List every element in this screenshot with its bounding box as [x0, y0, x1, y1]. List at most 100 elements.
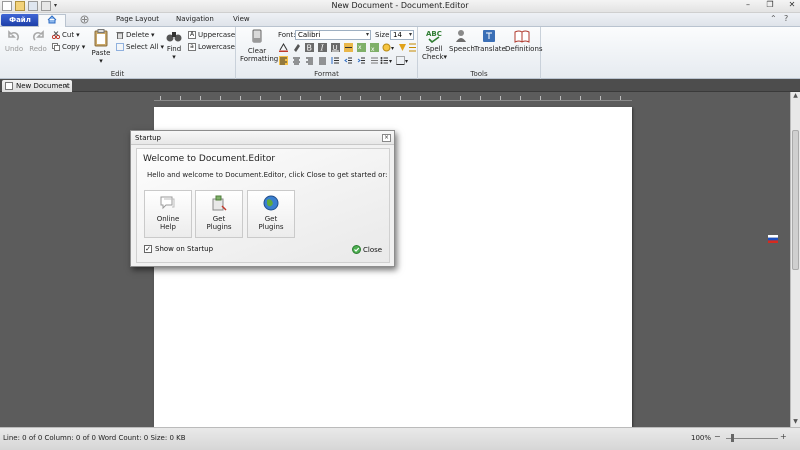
ruler-tick	[180, 96, 181, 100]
document-tab-label: New Document	[16, 82, 70, 90]
align-left-icon[interactable]	[279, 56, 288, 65]
strikethrough-icon[interactable]	[344, 43, 353, 52]
tab-home[interactable]	[38, 14, 66, 27]
bullet-list-icon[interactable]	[380, 56, 389, 65]
close-icon[interactable]: ✕	[786, 0, 798, 9]
window-title: New Document - Document.Editor	[331, 1, 469, 10]
align-center-icon[interactable]	[292, 56, 301, 65]
scroll-up-icon[interactable]: ▲	[791, 92, 800, 101]
paint-icon[interactable]	[382, 43, 391, 52]
close-button[interactable]: Close	[352, 245, 382, 254]
translate-button[interactable]: Translate	[474, 29, 506, 53]
italic-icon[interactable]: I	[318, 43, 327, 52]
translate-label: Translate	[474, 45, 506, 53]
underline-icon[interactable]: U	[331, 43, 340, 52]
bookmark-icon[interactable]	[398, 43, 407, 52]
welcome-message: Hello and welcome to Document.Editor, cl…	[147, 171, 388, 179]
spell-check-label-2: Check	[422, 53, 444, 61]
document-tab[interactable]: New Document ×	[2, 80, 72, 92]
align-right-icon[interactable]	[305, 56, 314, 65]
tab-page-layout[interactable]: Page Layout	[116, 15, 159, 23]
close-label: Close	[363, 245, 383, 254]
chevron-down-icon: ▾	[365, 31, 369, 38]
scrollbar-thumb[interactable]	[792, 130, 799, 270]
border-icon[interactable]	[396, 56, 405, 65]
scissors-icon	[52, 31, 60, 39]
paste-label: Paste	[91, 49, 111, 57]
delete-button[interactable]: Delete ▾	[116, 30, 155, 40]
close-tab-icon[interactable]: ×	[63, 80, 69, 92]
align-justify-icon[interactable]	[318, 56, 327, 65]
chevron-down-icon[interactable]: ▾	[391, 43, 394, 53]
font-color-icon[interactable]	[279, 43, 288, 52]
ruler-tick	[540, 96, 541, 100]
cut-button[interactable]: Cut ▾	[52, 30, 80, 40]
restore-icon[interactable]: ❐	[764, 0, 776, 9]
translate-icon	[483, 30, 495, 42]
online-help-tile[interactable]: Online Help	[144, 190, 192, 238]
get-plugins-tile[interactable]: Get Plugins	[195, 190, 243, 238]
font-select[interactable]: Calibri ▾	[295, 30, 371, 40]
help-icon[interactable]: ?	[784, 14, 788, 23]
chevron-down-icon: ▾	[99, 57, 103, 65]
copy-button[interactable]: Copy ▾	[52, 42, 85, 52]
highlight-icon[interactable]	[292, 43, 301, 52]
find-button[interactable]: Find ▾	[164, 29, 184, 61]
line-spacing-icon[interactable]	[331, 56, 340, 65]
tab-view[interactable]: View	[233, 15, 250, 23]
chevron-down-icon[interactable]: ▾	[405, 56, 408, 66]
chevron-down-icon: ▾	[408, 31, 412, 38]
subscript-icon[interactable]: x	[357, 43, 366, 52]
bold-icon[interactable]: B	[305, 43, 314, 52]
indent-icon[interactable]	[408, 43, 417, 52]
group-edit: Undo Redo Cut ▾ Copy ▾ Paste ▾ Delete ▾ S…	[0, 27, 236, 79]
vertical-scrollbar[interactable]: ▲ ▼	[790, 92, 800, 427]
cut-label: Cut	[62, 31, 75, 39]
superscript-icon[interactable]: x	[370, 43, 379, 52]
chevron-down-icon[interactable]: ▾	[389, 56, 392, 66]
increase-indent-icon[interactable]	[357, 56, 366, 65]
redo-icon	[32, 30, 44, 41]
dialog-title: Startup	[131, 131, 394, 145]
ruler-tick	[300, 96, 301, 100]
undo-button[interactable]: Undo	[4, 29, 24, 53]
size-select[interactable]: 14 ▾	[390, 30, 414, 40]
close-icon[interactable]: ×	[382, 134, 391, 142]
spell-check-button[interactable]: ABC Spell Check▾	[422, 29, 447, 61]
zoom-out-icon[interactable]: −	[714, 432, 721, 441]
ruler-tick	[280, 96, 281, 100]
ruler[interactable]	[154, 95, 632, 101]
paste-button[interactable]: Paste ▾	[88, 29, 114, 65]
ruler-tick	[320, 96, 321, 100]
speech-button[interactable]: Speech	[449, 29, 475, 53]
paragraph-icon[interactable]	[370, 56, 379, 65]
tab-insert[interactable]	[80, 15, 89, 26]
ruler-tick	[220, 96, 221, 100]
ruler-tick	[360, 96, 361, 100]
clear-formatting-button[interactable]: Clear Formatting	[240, 29, 278, 63]
zoom-in-icon[interactable]: +	[780, 432, 787, 441]
show-on-startup-checkbox[interactable]: ✓ Show on Startup	[144, 245, 213, 253]
redo-button[interactable]: Redo	[27, 29, 49, 53]
svg-text:x: x	[371, 46, 375, 52]
ruler-tick	[340, 96, 341, 100]
scroll-down-icon[interactable]: ▼	[791, 418, 800, 427]
tab-file[interactable]: Файл	[1, 14, 39, 26]
zoom-slider-thumb[interactable]	[731, 434, 734, 442]
decrease-indent-icon[interactable]	[344, 56, 353, 65]
uppercase-button[interactable]: A Uppercase	[188, 30, 235, 40]
ruler-tick	[160, 96, 161, 100]
language-flag-icon[interactable]	[768, 235, 778, 243]
clipboard-icon	[94, 29, 108, 47]
minimize-icon[interactable]: –	[742, 0, 754, 9]
ruler-tick	[240, 96, 241, 100]
lowercase-button[interactable]: a Lowercase	[188, 42, 235, 52]
select-all-button[interactable]: Select All ▾	[116, 42, 164, 52]
get-plugins-web-tile[interactable]: Get Plugins	[247, 190, 295, 238]
definitions-button[interactable]: Definitions	[505, 29, 543, 53]
uppercase-icon: A	[188, 31, 196, 39]
tab-navigation[interactable]: Navigation	[176, 15, 214, 23]
home-icon	[47, 15, 57, 24]
ribbon-minimize-icon[interactable]: ⌃	[770, 14, 777, 23]
lowercase-label: Lowercase	[198, 43, 235, 51]
